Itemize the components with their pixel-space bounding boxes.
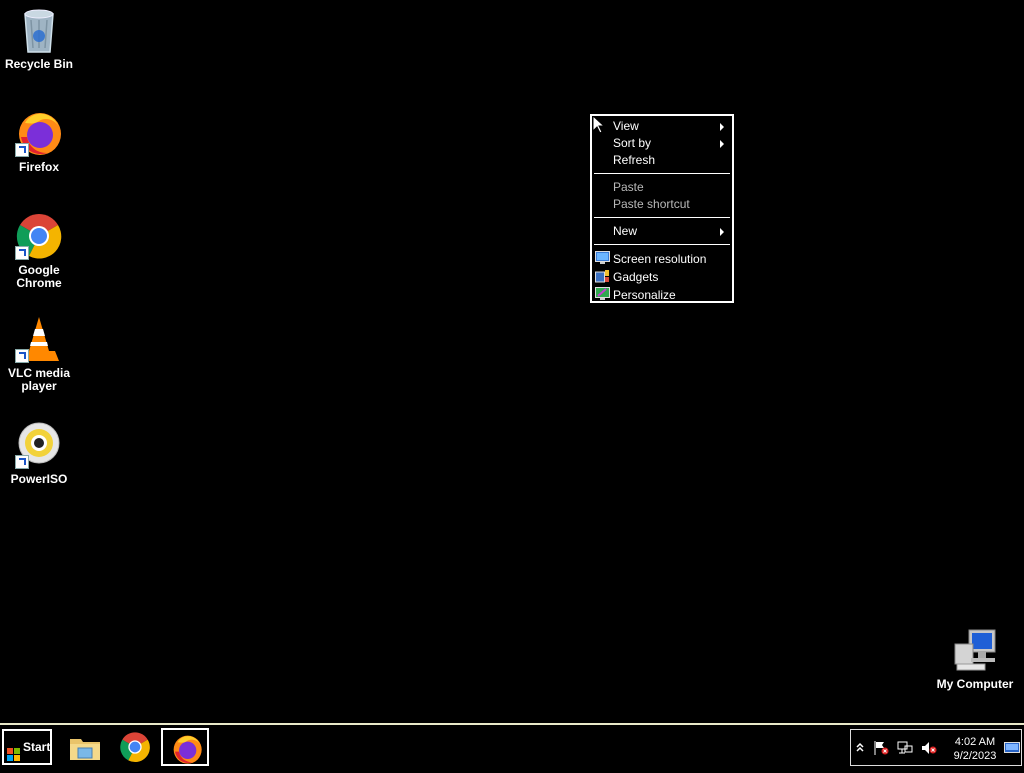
firefox-icon — [15, 109, 63, 157]
desktop-icon-label: Recycle Bin — [4, 57, 74, 71]
menu-item-label: Paste — [613, 180, 644, 194]
chrome-icon — [15, 212, 63, 260]
desktop-icon-poweriso[interactable]: PowerISO — [0, 421, 78, 486]
menu-item-label: Screen resolution — [613, 252, 707, 266]
network-icon[interactable] — [897, 741, 913, 755]
shortcut-arrow-icon — [15, 455, 29, 469]
my-computer-icon — [951, 626, 999, 674]
submenu-arrow-icon — [720, 140, 724, 148]
chrome-icon — [119, 731, 151, 763]
desktop-context-menu: View Sort by Refresh Paste Paste shortcu… — [590, 114, 734, 303]
menu-separator — [594, 244, 730, 245]
system-tray: 4:02 AM 9/2/2023 — [850, 729, 1022, 766]
desktop-icon-label: Firefox — [18, 160, 59, 174]
shortcut-arrow-icon — [15, 246, 29, 260]
gadgets-icon — [595, 269, 610, 283]
action-center-flag-icon[interactable] — [873, 741, 889, 755]
clock[interactable]: 4:02 AM 9/2/2023 — [945, 735, 1005, 763]
menu-item-view[interactable]: View — [592, 118, 732, 135]
menu-item-screen-resolution[interactable]: Screen resolution — [592, 250, 732, 268]
menu-item-gadgets[interactable]: Gadgets — [592, 268, 732, 286]
menu-separator — [594, 217, 730, 218]
mouse-cursor-icon — [592, 114, 606, 139]
menu-item-label: Personalize — [613, 288, 676, 302]
taskbar: Start 4:02 AM 9/2/2023 — [0, 723, 1024, 768]
taskbar-app-google-chrome[interactable] — [111, 728, 159, 766]
desktop-icon-label: PowerISO — [10, 472, 68, 486]
menu-item-refresh[interactable]: Refresh — [592, 152, 732, 169]
desktop-icon-label: VLC media player — [7, 366, 70, 393]
poweriso-icon — [15, 421, 63, 469]
clock-date: 9/2/2023 — [953, 750, 997, 762]
clock-time: 4:02 AM — [954, 736, 996, 748]
menu-item-label: Gadgets — [613, 270, 659, 284]
submenu-arrow-icon — [720, 228, 724, 236]
windows-logo-icon — [7, 741, 20, 761]
start-button[interactable]: Start — [2, 729, 52, 765]
desktop-icon-recycle-bin[interactable]: Recycle Bin — [0, 6, 78, 71]
desktop-icon-my-computer[interactable]: My Computer — [936, 626, 1014, 691]
taskbar-app-firefox[interactable] — [161, 728, 209, 766]
menu-item-label: Paste shortcut — [613, 197, 690, 211]
menu-item-sort-by[interactable]: Sort by — [592, 135, 732, 152]
firefox-icon — [171, 733, 203, 765]
desktop-icon-google-chrome[interactable]: Google Chrome — [0, 212, 78, 290]
menu-item-label: Refresh — [613, 153, 656, 167]
recycle-bin-icon — [15, 6, 63, 54]
desktop-icon-firefox[interactable]: Firefox — [0, 109, 78, 174]
shortcut-arrow-icon — [15, 143, 29, 157]
submenu-arrow-icon — [720, 123, 724, 131]
menu-item-personalize[interactable]: Personalize — [592, 286, 732, 304]
taskbar-app-file-explorer[interactable] — [61, 728, 109, 766]
screen-resolution-icon — [595, 251, 610, 265]
volume-muted-icon[interactable] — [921, 741, 937, 755]
shortcut-arrow-icon — [15, 349, 29, 363]
desktop-icon-label: Google Chrome — [16, 263, 62, 290]
menu-item-new[interactable]: New — [592, 223, 732, 240]
menu-item-label: New — [613, 224, 638, 238]
menu-item-label: Sort by — [613, 136, 652, 150]
personalize-icon — [595, 287, 610, 301]
desktop-icon-vlc[interactable]: VLC media player — [0, 315, 78, 393]
menu-separator — [594, 173, 730, 174]
menu-item-paste: Paste — [592, 179, 732, 196]
file-explorer-icon — [69, 731, 101, 763]
show-hidden-icons-button[interactable] — [855, 741, 865, 755]
vlc-icon — [15, 315, 63, 363]
menu-item-paste-shortcut: Paste shortcut — [592, 196, 732, 213]
show-desktop-icon[interactable] — [1004, 741, 1020, 755]
menu-item-label: View — [613, 119, 639, 133]
start-label: Start — [23, 740, 51, 754]
desktop-icon-label: My Computer — [936, 677, 1014, 691]
